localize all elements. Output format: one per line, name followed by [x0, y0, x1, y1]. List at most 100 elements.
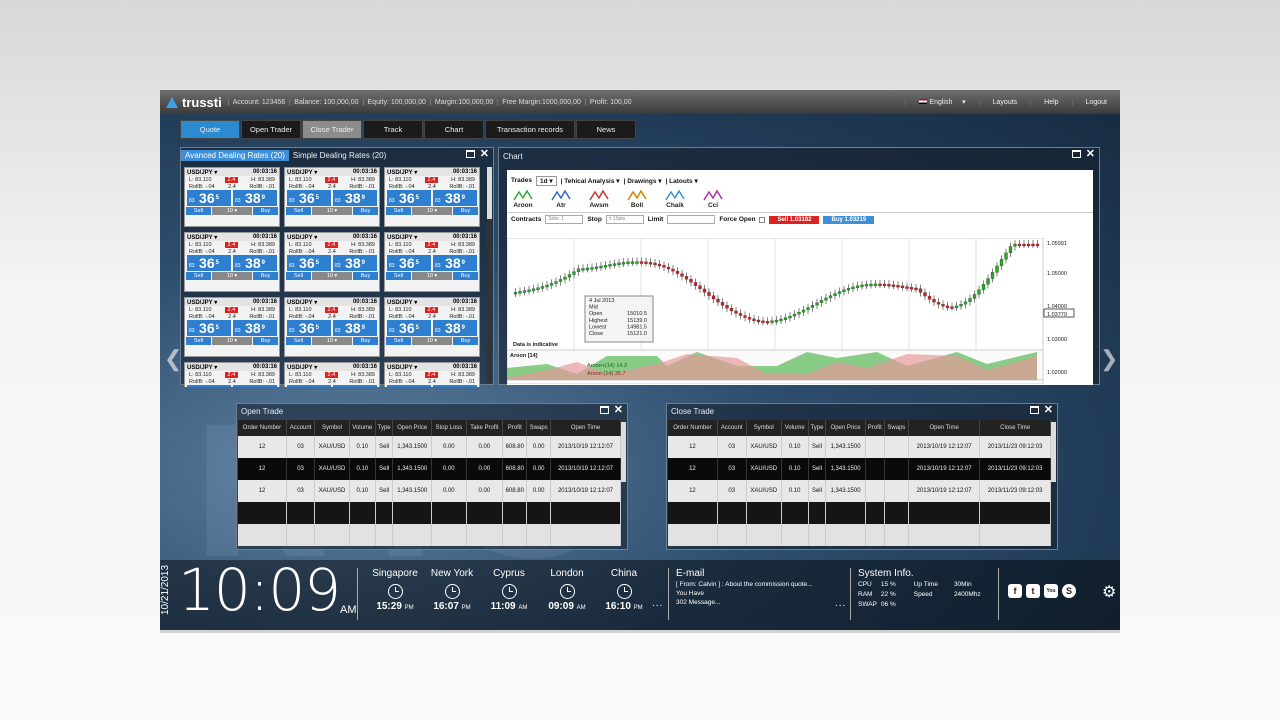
symbol-select[interactable]: USD/JPY ▾ [287, 234, 317, 241]
buy-button[interactable]: Buy [453, 272, 478, 280]
quantity-select[interactable]: 10 ▾ [412, 272, 452, 280]
tab-track[interactable]: Track [363, 120, 423, 139]
column-header[interactable]: Volume [781, 420, 809, 436]
tech-analysis-menu[interactable]: | Tehical Analysis ▾ [561, 177, 620, 185]
quantity-select[interactable]: 10 ▾ [212, 207, 252, 215]
column-header[interactable]: Open Price [392, 420, 433, 436]
prev-arrow-icon[interactable]: ❮ [164, 346, 182, 372]
symbol-select[interactable]: USD/JPY ▾ [187, 169, 217, 176]
maximize-icon[interactable] [1071, 150, 1081, 158]
quantity-select[interactable]: 10 ▾ [212, 337, 252, 345]
tab-chart[interactable]: Chart [424, 120, 484, 139]
column-header[interactable]: Profit [502, 420, 528, 436]
symbol-select[interactable]: USD/JPY ▾ [387, 364, 417, 371]
column-header[interactable]: Symbol [314, 420, 350, 436]
interval-select[interactable]: 1d ▾ [535, 175, 557, 186]
force-open-checkbox[interactable] [759, 216, 766, 223]
scrollbar[interactable] [487, 167, 492, 383]
indicator-aroon[interactable]: Aroon [513, 189, 533, 209]
column-header[interactable]: Account [717, 420, 747, 436]
maximize-icon[interactable] [465, 150, 475, 158]
symbol-select[interactable]: USD/JPY ▾ [387, 234, 417, 241]
column-header[interactable]: Stop Loss [431, 420, 467, 436]
indicator-boll[interactable]: Boll [627, 189, 647, 209]
column-header[interactable]: Open Time [550, 420, 621, 436]
indicator-awsm[interactable]: Awsm [589, 189, 609, 209]
buy-button[interactable]: Buy [353, 337, 378, 345]
column-header[interactable]: Open Price [825, 420, 866, 436]
column-header[interactable]: Swaps [884, 420, 910, 436]
next-arrow-icon[interactable]: ❯ [1100, 346, 1118, 372]
price-chart[interactable]: 4 Jul 2013MidOpen 15010.5 Highest 15139.0 Lo… [507, 238, 1093, 384]
buy-price-button[interactable]: 83389 [333, 320, 377, 336]
column-header[interactable]: Open Time [908, 420, 981, 436]
tab-advanced-dealing[interactable]: Avanced Dealing Rates (20) [181, 149, 289, 161]
sell-price-button[interactable]: 83365 [387, 255, 431, 271]
column-header[interactable]: Symbol [746, 420, 782, 436]
limit-input[interactable] [667, 215, 716, 224]
tab-transaction-records[interactable]: Transaction records [485, 120, 575, 139]
table-row[interactable]: 12 03 XAU/USD 0.10 Sell 1,343.1500 2013/10/19 … [668, 458, 1051, 480]
sell-button[interactable]: Sell [286, 337, 311, 345]
sell-button[interactable]: Sell [286, 272, 311, 280]
sell-price-button[interactable]: 83365 [387, 320, 431, 336]
buy-button[interactable]: Buy [453, 337, 478, 345]
symbol-select[interactable]: USD/JPY ▾ [287, 299, 317, 306]
column-header[interactable]: Order Number [238, 420, 287, 436]
tab-simple-dealing[interactable]: Simple Dealing Rates (20) [289, 150, 390, 161]
sell-button[interactable]: Sell [386, 207, 411, 215]
quantity-select[interactable]: 10 ▾ [312, 337, 352, 345]
symbol-select[interactable]: USD/JPY ▾ [287, 364, 317, 371]
quantity-select[interactable]: 10 ▾ [212, 272, 252, 280]
buy-price-button[interactable]: 83389 [233, 385, 277, 387]
sell-price-button[interactable]: 83365 [187, 255, 231, 271]
symbol-select[interactable]: USD/JPY ▾ [387, 299, 417, 306]
buy-button[interactable]: Buy 1.03219 [823, 215, 875, 224]
symbol-select[interactable]: USD/JPY ▾ [187, 364, 217, 371]
latouts-menu[interactable]: | Latouts ▾ [666, 177, 698, 185]
buy-price-button[interactable]: 83389 [233, 190, 277, 206]
quantity-select[interactable]: 10 ▾ [412, 207, 452, 215]
tab-quote[interactable]: Quote [180, 120, 240, 139]
stop-input[interactable]: ± 10pts [605, 215, 644, 224]
close-icon[interactable]: ✕ [1044, 405, 1053, 416]
sell-button[interactable]: Sell [386, 337, 411, 345]
buy-button[interactable]: Buy [253, 337, 278, 345]
table-row[interactable]: 12 03 XAU/USD 0.10 Sell 1,343.1500 2013/10/19 … [668, 436, 1051, 458]
column-header[interactable]: Close Time [979, 420, 1051, 436]
buy-price-button[interactable]: 83389 [433, 320, 477, 336]
buy-button[interactable]: Buy [453, 207, 478, 215]
sell-price-button[interactable]: 83365 [387, 190, 431, 206]
buy-price-button[interactable]: 83389 [333, 255, 377, 271]
sell-price-button[interactable]: 83365 [287, 385, 331, 387]
quantity-select[interactable]: 10 ▾ [312, 207, 352, 215]
column-header[interactable]: Take Profit [466, 420, 504, 436]
sell-price-button[interactable]: 83365 [187, 385, 231, 387]
sell-button[interactable]: Sell [186, 272, 211, 280]
quantity-select[interactable]: 10 ▾ [412, 337, 452, 345]
symbol-select[interactable]: USD/JPY ▾ [187, 299, 217, 306]
buy-price-button[interactable]: 83389 [433, 385, 477, 387]
layouts-link[interactable]: Layouts [978, 98, 1031, 106]
tab-open-trader[interactable]: Open Trader [241, 120, 301, 139]
sell-price-button[interactable]: 83365 [187, 190, 231, 206]
sell-button[interactable]: Sell [186, 337, 211, 345]
buy-button[interactable]: Buy [353, 207, 378, 215]
buy-price-button[interactable]: 83389 [333, 190, 377, 206]
buy-price-button[interactable]: 83389 [433, 190, 477, 206]
table-row[interactable]: 12 03 XAU/USD 0.10 Sell 1,343.1500 0.00 0.00 608… [238, 458, 621, 480]
table-row[interactable]: 12 03 XAU/USD 0.10 Sell 1,343.1500 0.00 0.00 608… [238, 436, 621, 458]
symbol-select[interactable]: USD/JPY ▾ [387, 169, 417, 176]
column-header[interactable]: Volume [349, 420, 376, 436]
sell-button[interactable]: Sell [386, 272, 411, 280]
scrollbar[interactable] [1051, 422, 1056, 482]
close-icon[interactable]: ✕ [614, 405, 623, 416]
sell-price-button[interactable]: 83365 [187, 320, 231, 336]
indicator-chaik[interactable]: Chaik [665, 189, 685, 209]
table-row[interactable]: 12 03 XAU/USD 0.10 Sell 1,343.1500 0.00 0.00 608… [238, 480, 621, 502]
sell-button[interactable]: Sell [286, 207, 311, 215]
symbol-select[interactable]: USD/JPY ▾ [187, 234, 217, 241]
tab-close-trader[interactable]: Close Trader [302, 120, 362, 139]
side-select[interactable]: Side: 1 [545, 215, 584, 224]
buy-price-button[interactable]: 83389 [233, 255, 277, 271]
